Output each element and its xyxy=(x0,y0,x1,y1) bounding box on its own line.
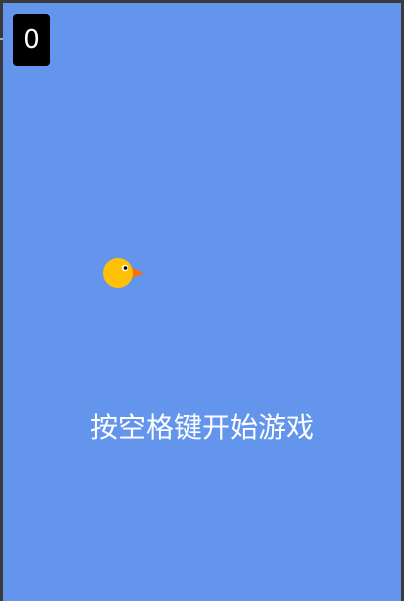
bird-icon xyxy=(102,255,146,289)
bird-sprite xyxy=(103,258,144,288)
score-display: 0 xyxy=(13,14,50,66)
game-window: 0 按空格键开始游戏 xyxy=(0,0,404,601)
bird-beak xyxy=(132,268,144,278)
bird-body xyxy=(103,258,133,288)
game-canvas[interactable]: 0 按空格键开始游戏 xyxy=(3,3,401,601)
bird-eye-pupil xyxy=(123,266,128,270)
start-hint-text: 按空格键开始游戏 xyxy=(89,411,314,444)
